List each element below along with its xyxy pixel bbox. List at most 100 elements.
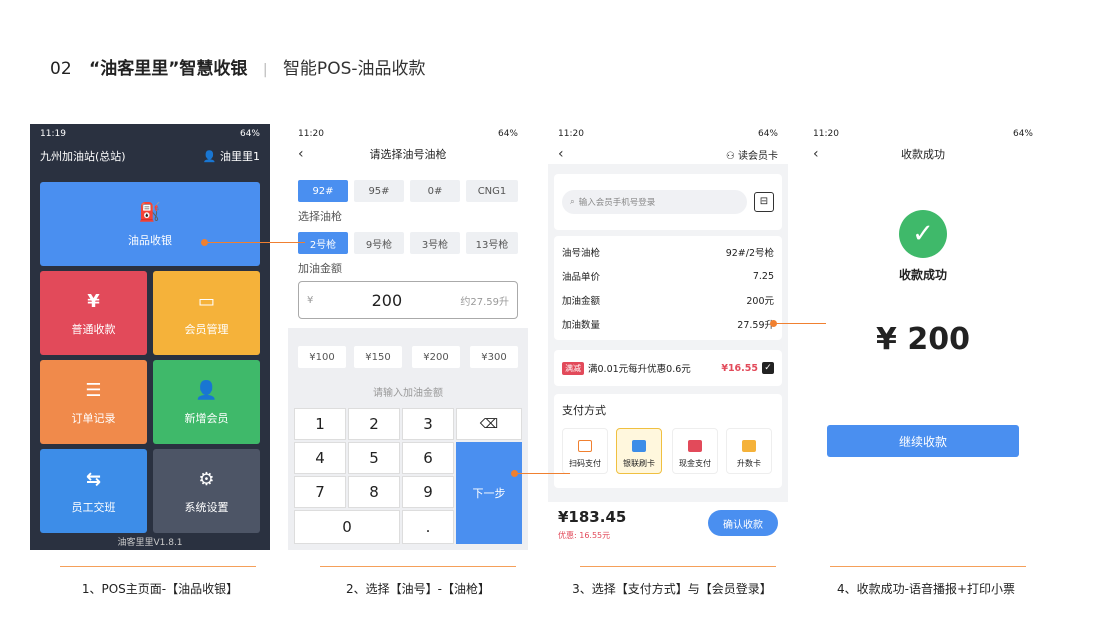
user-menu[interactable]: 👤 油里里1: [203, 148, 260, 164]
flow-arrow: [515, 473, 570, 474]
pay-unionpay-button[interactable]: 银联刷卡: [616, 428, 662, 474]
quick-amount-200[interactable]: ¥200: [412, 346, 460, 368]
read-member-card-button[interactable]: ⚇ 读会员卡: [726, 147, 778, 162]
success-check-icon: ✓: [899, 210, 947, 258]
tile-order-records[interactable]: ☰ 订单记录: [40, 360, 147, 444]
tile-system-settings[interactable]: ⚙ 系统设置: [153, 449, 260, 533]
fuel-option-95[interactable]: 95#: [354, 180, 404, 202]
key-3[interactable]: 3: [402, 408, 454, 440]
pay-label: 升数卡: [737, 459, 761, 468]
status-bar: 11:19 64%: [30, 124, 270, 144]
pay-scan-button[interactable]: 扫码支付: [562, 428, 608, 474]
tile-fuel-cashier[interactable]: ⛽ 油品收银: [40, 182, 260, 266]
gun-option-13[interactable]: 13号枪: [466, 232, 518, 254]
gun-option-2[interactable]: 2号枪: [298, 232, 348, 254]
tile-label: 新增会员: [184, 412, 229, 425]
nav-bar: ‹ 收款成功: [803, 144, 1043, 164]
header-title: “油客里里”智慧收银: [89, 59, 248, 79]
member-card-icon: ▭: [197, 290, 215, 312]
key-1[interactable]: 1: [294, 408, 346, 440]
amount-label: 加油金额: [298, 262, 342, 275]
section-number: 02: [50, 59, 72, 79]
caption-3: 3、选择【支付方式】与【会员登录】: [572, 582, 772, 596]
confirm-payment-button[interactable]: 确认收款: [708, 510, 778, 536]
cash-icon: [688, 440, 702, 452]
detail-key: 加油金额: [562, 296, 601, 307]
tile-shift-handover[interactable]: ⇆ 员工交班: [40, 449, 147, 533]
gun-option-9[interactable]: 9号枪: [354, 232, 404, 254]
status-bar: 11:20 64%: [803, 124, 1043, 144]
caption-4: 4、收款成功-语音播报+打印小票: [836, 582, 1016, 596]
gear-icon: ⚙: [198, 468, 215, 490]
search-icon: ⌕: [570, 197, 575, 207]
caption-underline: [60, 566, 256, 567]
continue-payment-button[interactable]: 继续收款: [827, 425, 1019, 457]
pay-cash-button[interactable]: 现金支付: [672, 428, 718, 474]
fuel-option-92[interactable]: 92#: [298, 180, 348, 202]
tile-add-member[interactable]: 👤 新增会员: [153, 360, 260, 444]
battery-indicator: 64%: [1012, 129, 1033, 139]
tile-normal-payment[interactable]: ¥ 普通收款: [40, 271, 147, 355]
screen-title: 请选择油号油枪: [369, 148, 447, 161]
fuel-option-0[interactable]: 0#: [410, 180, 460, 202]
key-8[interactable]: 8: [348, 476, 400, 508]
next-step-button[interactable]: 下一步: [456, 442, 522, 544]
member-search-card: ⌕ 输入会员手机号登录 ⊟: [554, 174, 782, 230]
status-time: 11:19: [40, 129, 66, 139]
key-dot[interactable]: .: [402, 510, 454, 544]
promotion-card: 满减 满0.01元每升优惠0.6元 ¥16.55 ✓: [554, 350, 782, 386]
tile-member-management[interactable]: ▭ 会员管理: [153, 271, 260, 355]
pay-label: 扫码支付: [569, 459, 601, 468]
detail-key: 油号油枪: [562, 248, 601, 259]
promo-checkbox[interactable]: ✓: [762, 362, 774, 374]
nav-bar: ‹ ⚇ 读会员卡: [548, 144, 788, 164]
order-detail-card: 油号油枪 92#/2号枪 油品单价 7.25 加油金额 200元 加油数量 27.59升: [554, 236, 782, 340]
fuel-option-cng1[interactable]: CNG1: [466, 180, 518, 202]
battery-indicator: 64%: [757, 129, 778, 139]
phone-select-fuel: 11:20 64% ‹ 请选择油号油枪 92# 95# 0# CNG1 选择油枪 2…: [288, 124, 528, 550]
flow-arrow: [774, 323, 826, 324]
gun-label: 选择油枪: [298, 210, 342, 223]
amount-input[interactable]: ¥ 200 约27.59升: [298, 281, 518, 319]
yen-icon: ¥: [87, 290, 100, 312]
discount-text: 优惠: 16.55元: [558, 531, 611, 540]
backspace-icon: ⌫: [479, 416, 499, 432]
key-4[interactable]: 4: [294, 442, 346, 474]
quick-amount-300[interactable]: ¥300: [470, 346, 518, 368]
caption-2: 2、选择【油号】-【油枪】: [346, 582, 490, 596]
key-0[interactable]: 0: [294, 510, 400, 544]
read-member-card-label: 读会员卡: [738, 150, 778, 162]
quick-amount-150[interactable]: ¥150: [354, 346, 402, 368]
detail-value: 92#/2号枪: [725, 248, 774, 259]
scan-pay-icon: [578, 440, 592, 452]
search-placeholder: 输入会员手机号登录: [578, 198, 656, 208]
tile-label: 订单记录: [71, 412, 116, 425]
back-arrow-icon[interactable]: ‹: [558, 146, 564, 162]
quick-amount-100[interactable]: ¥100: [298, 346, 346, 368]
detail-row: 加油数量 27.59升: [554, 312, 782, 336]
key-9[interactable]: 9: [402, 476, 454, 508]
tile-label: 会员管理: [184, 323, 229, 336]
back-arrow-icon[interactable]: ‹: [298, 146, 304, 162]
key-7[interactable]: 7: [294, 476, 346, 508]
success-status: 收款成功: [898, 268, 947, 282]
battery-indicator: 64%: [497, 129, 518, 139]
nav-bar: ‹ 请选择油号油枪: [288, 144, 528, 164]
flow-arrow: [205, 242, 305, 243]
pay-liter-card-button[interactable]: 升数卡: [726, 428, 772, 474]
back-arrow-icon[interactable]: ‹: [813, 146, 819, 162]
app-version: 油客里里V1.8.1: [117, 538, 183, 548]
pay-label: 现金支付: [679, 459, 711, 468]
tile-label: 系统设置: [184, 501, 229, 514]
scan-icon[interactable]: ⊟: [754, 192, 774, 212]
key-2[interactable]: 2: [348, 408, 400, 440]
gun-option-3[interactable]: 3号枪: [410, 232, 460, 254]
checkout-bar: ¥183.45 优惠: 16.55元 确认收款: [548, 502, 788, 550]
user-name: 油里里1: [220, 150, 260, 163]
backspace-key[interactable]: ⌫: [456, 408, 522, 440]
detail-value: 27.59升: [737, 320, 774, 331]
key-5[interactable]: 5: [348, 442, 400, 474]
swap-document-icon: ⇆: [85, 468, 102, 490]
member-search-input[interactable]: ⌕ 输入会员手机号登录: [562, 190, 747, 214]
key-6[interactable]: 6: [402, 442, 454, 474]
